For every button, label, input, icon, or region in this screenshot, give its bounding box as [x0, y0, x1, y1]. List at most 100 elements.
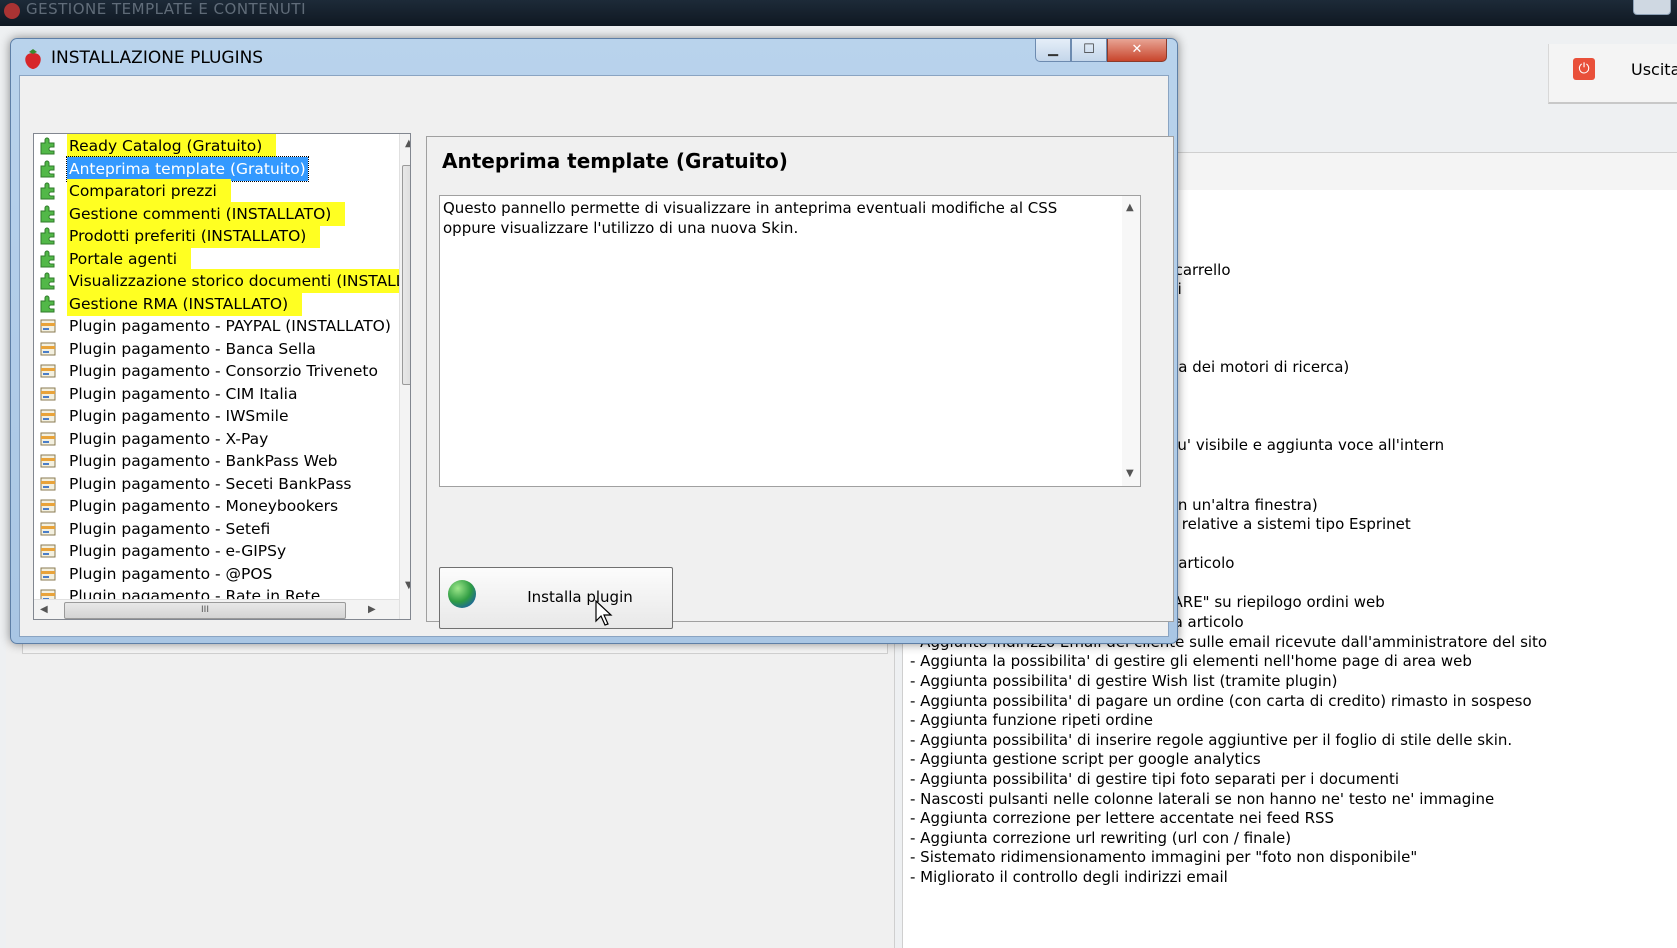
install-plugin-button[interactable]: Installa plugin [439, 567, 673, 629]
plugin-list-item[interactable]: Plugin pagamento - BankPass Web [34, 449, 394, 473]
changelog-line: - Sistemato ridimensionamento immagini p… [910, 848, 1418, 866]
payment-icon [40, 544, 56, 558]
plugin-label: Plugin pagamento - @POS [69, 564, 273, 583]
changelog-line: - Aggiunta possibilita' di inserire rego… [910, 731, 1513, 749]
payment-icon [40, 387, 56, 400]
scroll-down-icon[interactable]: ▼ [1126, 468, 1134, 479]
scroll-up-icon[interactable]: ▲ [405, 138, 410, 149]
changelog-line: - Migliorato il controllo degli indirizz… [910, 868, 1228, 886]
caption-buttons: ▁ ☐ ✕ [1035, 39, 1167, 65]
plugin-list-item[interactable]: Plugin pagamento - PAYPAL (INSTALLATO) [34, 314, 394, 338]
plugin-list-item[interactable]: Plugin pagamento - X-Pay [34, 427, 394, 451]
changelog-line: - Aggiunta possibilita' di pagare un ord… [910, 692, 1532, 710]
maximize-button[interactable]: ☐ [1071, 39, 1107, 62]
plugin-label: Plugin pagamento - Banca Sella [69, 339, 316, 358]
plugin-label: Plugin pagamento - CIM Italia [69, 384, 298, 403]
plugin-list-item[interactable]: Prodotti preferiti (INSTALLATO) [34, 224, 394, 248]
plugin-label: Gestione RMA (INSTALLATO) [67, 291, 303, 316]
payment-icon [40, 432, 56, 445]
install-plugin-label: Installa plugin [527, 588, 633, 606]
payment-icon [40, 409, 56, 423]
plugin-list-vscroll[interactable]: ▲ ▼ [399, 134, 410, 619]
plugin-label: Portale agenti [67, 246, 192, 271]
plugin-list-item[interactable]: Gestione RMA (INSTALLATO) [34, 291, 394, 316]
plugin-list-item[interactable]: Gestione commenti (INSTALLATO) [34, 201, 394, 226]
changelog-line: - Aggiunta correzione url rewriting (url… [910, 829, 1292, 847]
plugin-list[interactable]: Ready Catalog (Gratuito) Anteprima templa… [33, 133, 411, 620]
minimize-button[interactable]: ▁ [1035, 39, 1071, 62]
exit-label: Uscita [1631, 60, 1677, 79]
app-tab-strip [1160, 152, 1677, 192]
scroll-up-icon[interactable]: ▲ [1126, 202, 1134, 213]
plugin-label: Plugin pagamento - Setefi [69, 519, 271, 538]
description-vscroll[interactable]: ▲ ▼ [1122, 196, 1140, 486]
plugin-list-item[interactable]: Plugin pagamento - Seceti BankPass [34, 472, 394, 496]
plugin-list-item[interactable]: Ready Catalog (Gratuito) [34, 134, 394, 158]
plugin-list-item[interactable]: Anteprima template (Gratuito) [34, 155, 394, 182]
changelog-line: - Aggiunta gestione script per google an… [910, 750, 1261, 768]
plugin-label: Anteprima template (Gratuito) [66, 155, 309, 182]
payment-icon [40, 522, 56, 535]
changelog-line: - Aggiunta possibilita' di gestire tipi … [910, 770, 1400, 788]
puzzle-green-icon [40, 250, 55, 267]
app-minimize-button[interactable] [1633, 0, 1671, 15]
puzzle-green-icon [40, 295, 55, 312]
app-icon [4, 3, 20, 19]
plugin-list-item[interactable]: Plugin pagamento - CIM Italia [34, 382, 394, 406]
plugin-list-item[interactable]: Plugin pagamento - IWSmile [34, 404, 394, 428]
close-button[interactable]: ✕ [1107, 39, 1167, 62]
plugin-label: Plugin pagamento - X-Pay [69, 429, 269, 448]
install-plugins-dialog: INSTALLAZIONE PLUGINS ▁ ☐ ✕ Ready Catalo… [10, 38, 1178, 644]
puzzle-green-icon [40, 137, 55, 155]
plugin-list-item[interactable]: Plugin pagamento - Consorzio Triveneto [34, 359, 394, 383]
dialog-client: Ready Catalog (Gratuito) Anteprima templa… [19, 75, 1174, 637]
scroll-down-icon[interactable]: ▼ [405, 580, 410, 591]
hscroll-grip: III [201, 605, 209, 615]
puzzle-green-icon [40, 182, 55, 200]
plugin-list-item[interactable]: Visualizzazione storico documenti (INSTA… [34, 269, 410, 293]
plugin-label: Ready Catalog (Gratuito) [67, 134, 277, 158]
plugin-label: Visualizzazione storico documenti (INSTA… [67, 269, 410, 293]
plugin-preview-panel: Anteprima template (Gratuito) Questo pan… [426, 136, 1174, 629]
plugin-list-item[interactable]: Comparatori prezzi [34, 179, 394, 203]
payment-icon [40, 319, 56, 333]
plugin-list-hscroll[interactable]: ◀ III ▶ [34, 599, 399, 619]
plugin-list-item[interactable]: Plugin pagamento - e-GIPSy [34, 539, 394, 563]
vscroll-thumb[interactable] [402, 165, 410, 385]
plugin-description-box[interactable]: Questo pannello permette di visualizzare… [439, 195, 1141, 487]
plugin-label: Plugin pagamento - BankPass Web [69, 452, 338, 470]
app-left-panel [6, 640, 895, 948]
plugin-list-item[interactable]: Plugin pagamento - @POS [34, 562, 394, 586]
hscroll-thumb[interactable]: III [64, 602, 346, 619]
plugin-list-item[interactable]: Plugin pagamento - Setefi [34, 517, 394, 541]
payment-icon [40, 499, 56, 513]
payment-icon [40, 567, 56, 580]
dialog-title: INSTALLAZIONE PLUGINS [51, 48, 264, 68]
plugin-list-item[interactable]: Plugin pagamento - Banca Sella [34, 337, 394, 361]
scroll-right-icon[interactable]: ▶ [368, 604, 376, 615]
changelog-line: - Aggiunta funzione ripeti ordine [910, 711, 1153, 729]
scroll-left-icon[interactable]: ◀ [40, 604, 48, 615]
plugin-label: Plugin pagamento - Seceti BankPass [69, 474, 352, 493]
plugin-label: Plugin pagamento - Consorzio Triveneto [69, 362, 378, 380]
power-icon: ⏻ [1573, 58, 1595, 80]
app-title: GESTIONE TEMPLATE E CONTENUTI [26, 0, 306, 18]
plugin-list-item[interactable]: Portale agenti [34, 246, 394, 271]
plugin-list-item[interactable]: Plugin pagamento - Moneybookers [34, 494, 394, 518]
plugin-description: Questo pannello permette di visualizzare… [443, 199, 1058, 237]
plugin-label: Plugin pagamento - Moneybookers [69, 497, 339, 515]
puzzle-green-icon [40, 272, 55, 290]
changelog-line: - Aggiunta correzione per lettere accent… [910, 809, 1335, 827]
exit-button[interactable]: ⏻ Uscita [1548, 44, 1677, 104]
payment-icon [40, 342, 56, 355]
changelog-line: - Aggiunta possibilita' di gestire Wish … [910, 672, 1338, 690]
changelog-line: - Nascosti pulsanti nelle colonne latera… [910, 790, 1495, 808]
payment-icon [40, 454, 56, 468]
plugin-label: Prodotti preferiti (INSTALLATO) [67, 224, 321, 248]
puzzle-green-icon [40, 160, 55, 177]
plugin-label: Plugin pagamento - IWSmile [69, 407, 289, 425]
plugin-label: Plugin pagamento - PAYPAL (INSTALLATO) [69, 317, 391, 335]
strawberry-icon [25, 49, 41, 69]
app-titlebar: GESTIONE TEMPLATE E CONTENUTI [0, 0, 1677, 26]
plugin-title: Anteprima template (Gratuito) [442, 149, 788, 173]
